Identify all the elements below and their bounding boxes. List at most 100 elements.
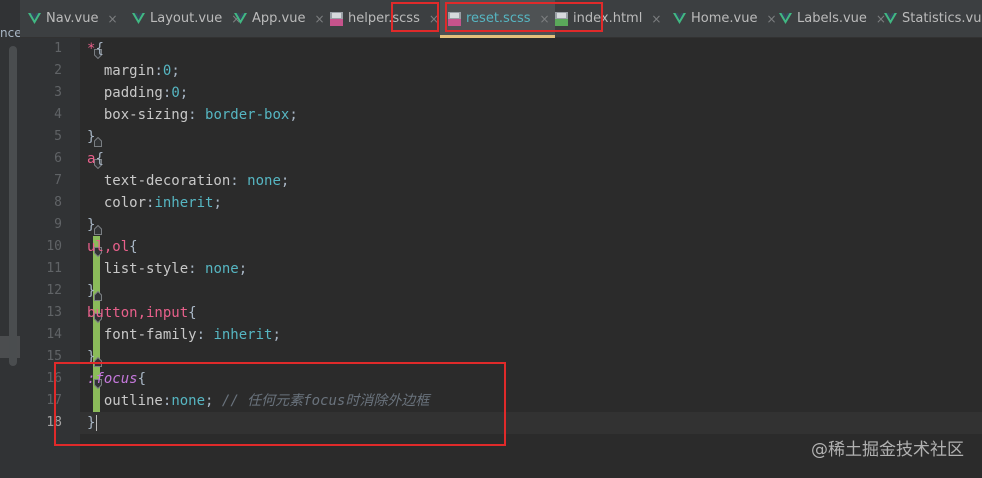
tab-nav-vue[interactable]: Nav.vue ×: [20, 0, 132, 37]
line-number: 13: [46, 305, 62, 320]
close-brace: }: [87, 217, 96, 233]
code-line: }: [87, 412, 98, 434]
code-line: :focus{: [87, 368, 146, 390]
tab-label: Nav.vue: [46, 11, 99, 26]
css-pseudo-selector: :focus: [87, 371, 138, 387]
code-line: *{: [87, 38, 104, 60]
semicolon: ;: [280, 173, 290, 189]
code-line: margin:0;: [87, 60, 180, 82]
css-value: none: [247, 173, 281, 189]
tab-label: Statistics.vue: [902, 11, 982, 26]
semicolon: ;: [171, 63, 180, 79]
line-number: 1: [54, 41, 62, 56]
line-number: 3: [54, 85, 62, 100]
colon: :: [196, 327, 214, 343]
css-value: inherit: [154, 195, 214, 211]
line-number: 2: [54, 63, 62, 78]
tab-reset-scss[interactable]: reset.scss ×: [440, 0, 555, 38]
close-brace: }: [87, 415, 96, 431]
line-number: 6: [54, 151, 62, 166]
project-panel-strip: nce: [0, 0, 21, 478]
open-brace: {: [95, 151, 104, 167]
line-number: 9: [54, 217, 62, 232]
html-icon: [555, 11, 568, 26]
code-line: list-style: none;: [87, 258, 247, 280]
line-number: 8: [54, 195, 62, 210]
text-cursor: [96, 415, 98, 431]
vue-icon: [28, 13, 41, 24]
tab-close-icon[interactable]: ×: [429, 12, 439, 26]
css-property: text-decoration: [103, 173, 231, 189]
tab-statistics-vue[interactable]: Statistics.vue×: [876, 0, 982, 37]
code-line: padding:0;: [87, 82, 188, 104]
tab-helper-scss[interactable]: helper.scss ×: [322, 0, 448, 37]
colon: :: [188, 261, 206, 277]
watermark: @稀土掘金技术社区: [811, 440, 964, 460]
css-selector: ul,ol: [87, 239, 130, 255]
open-brace: {: [137, 371, 147, 387]
tab-index-html[interactable]: index.html ×: [547, 0, 673, 37]
vue-icon: [884, 13, 897, 24]
code-line: }: [87, 280, 95, 302]
semicolon: ;: [272, 327, 281, 343]
tab-label: App.vue: [252, 11, 306, 26]
project-panel-scrollbar[interactable]: [9, 46, 17, 366]
code-line: box-sizing: border-box;: [87, 104, 298, 126]
line-number: 5: [54, 129, 62, 144]
tab-layout-vue[interactable]: Layout.vue ×: [124, 0, 241, 37]
code-line: button,input{: [87, 302, 197, 324]
line-number: 18: [46, 415, 62, 430]
line-number: 4: [54, 107, 62, 122]
code-line: ul,ol{: [87, 236, 138, 258]
css-property: box-sizing: [103, 107, 189, 123]
sass-icon: [448, 11, 461, 26]
code-line: text-decoration: none;: [87, 170, 289, 192]
tab-labels-vue[interactable]: Labels.vue ×: [771, 0, 886, 37]
css-value: none: [205, 261, 239, 277]
line-number: 11: [46, 261, 62, 276]
tab-home-vue[interactable]: Home.vue ×: [665, 0, 779, 37]
semicolon: ;: [238, 261, 248, 277]
tab-label: Labels.vue: [797, 11, 867, 26]
close-brace: }: [87, 283, 96, 299]
line-number-gutter: 1 2 3 4 5 6 7 8 9 10 11 12 13 14 15 16 17 18: [20, 38, 102, 478]
semicolon: ;: [213, 195, 222, 211]
line-number: 12: [46, 283, 62, 298]
project-panel-fragment-text: nce: [0, 26, 21, 40]
code-line: font-family: inherit;: [87, 324, 281, 346]
tab-close-icon[interactable]: ×: [107, 12, 117, 26]
line-number: 14: [46, 327, 62, 342]
colon: :: [188, 107, 206, 123]
css-value: inherit: [213, 327, 273, 343]
css-property: margin: [103, 63, 155, 79]
colon: :: [230, 173, 248, 189]
tab-label: index.html: [573, 11, 643, 26]
line-number: 16: [46, 371, 62, 386]
code-line: }: [87, 214, 95, 236]
code-line: }: [87, 346, 95, 368]
close-brace: }: [87, 129, 96, 145]
current-line-highlight: [80, 412, 982, 434]
tab-label: Layout.vue: [150, 11, 223, 26]
code-line: color:inherit;: [87, 192, 222, 214]
open-brace: {: [129, 239, 138, 255]
code-line: }: [87, 126, 95, 148]
vue-icon: [779, 13, 792, 24]
colon: :: [154, 63, 163, 79]
line-number: 7: [54, 173, 62, 188]
css-value: border-box: [205, 107, 290, 123]
css-selector: button,input: [87, 305, 189, 321]
tab-app-vue[interactable]: App.vue ×: [226, 0, 330, 37]
code-comment: // 任何元素focus时消除外边框: [213, 393, 430, 409]
vue-icon: [234, 13, 247, 24]
css-value: 0: [171, 85, 180, 101]
css-property: padding: [103, 85, 163, 101]
line-number: 10: [46, 239, 62, 254]
tab-close-icon[interactable]: ×: [651, 12, 661, 26]
close-brace: }: [87, 349, 96, 365]
line-number: 17: [46, 393, 62, 408]
semicolon: ;: [179, 85, 189, 101]
code-editor[interactable]: *{ margin:0; padding:0; box-sizing: bord…: [80, 38, 982, 478]
code-line: a{: [87, 148, 104, 170]
css-property: color: [103, 195, 147, 211]
